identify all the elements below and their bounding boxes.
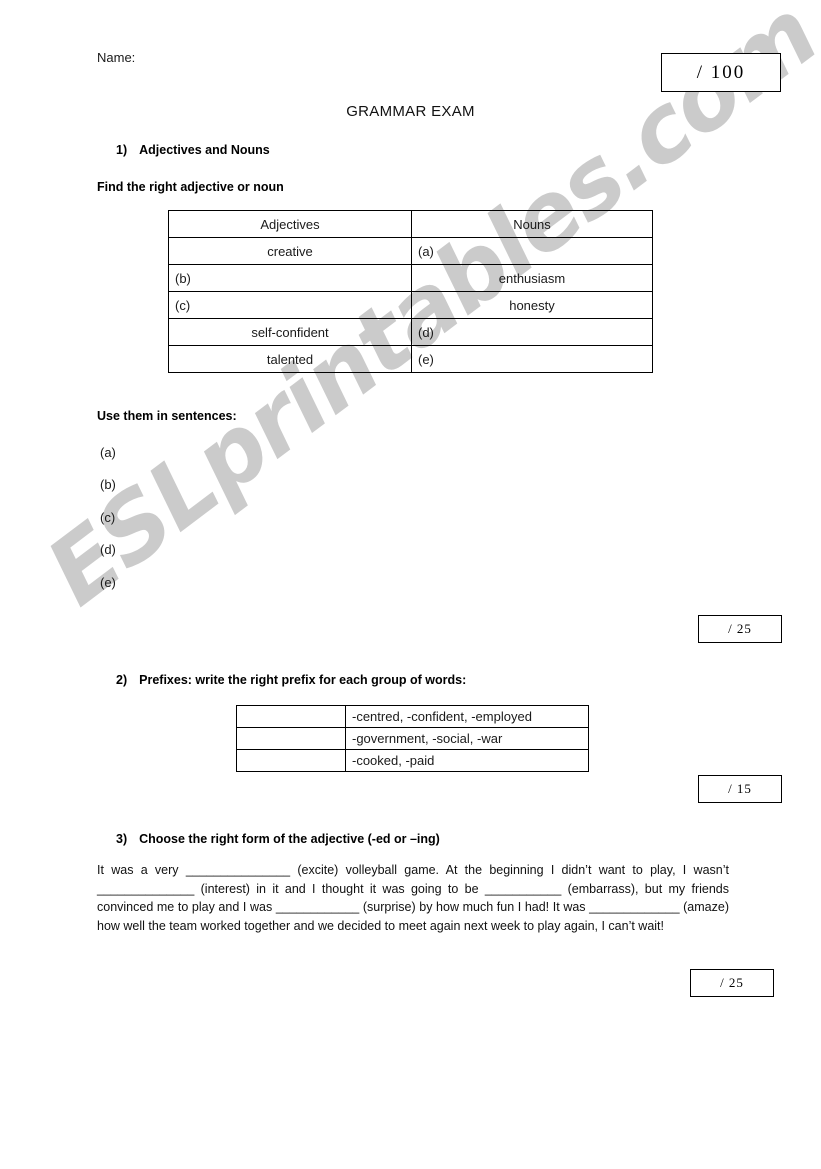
cell-adjective: creative [168, 237, 412, 265]
cell-prefix-blank[interactable] [236, 727, 346, 750]
cell-prefix-words: -centred, -confident, -employed [345, 705, 589, 728]
name-label: Name: [97, 50, 136, 65]
section-1-score-box[interactable]: / 25 [698, 615, 782, 643]
cell-noun-blank[interactable]: (d) [411, 318, 653, 346]
section-3-heading: 3) Choose the right form of the adjective… [116, 832, 440, 846]
section-3-score-value: / 25 [720, 975, 744, 990]
section-1-score-value: / 25 [728, 621, 752, 636]
cell-prefix-blank[interactable] [236, 705, 346, 728]
sentence-item-e[interactable]: (e) [100, 575, 116, 590]
worksheet-page: ESLprintables.com Name: / 100 GRAMMAR EX… [0, 0, 821, 1169]
answer-blank-embarrass[interactable]: ___________ [485, 882, 561, 896]
sentence-item-a[interactable]: (a) [100, 445, 116, 460]
paragraph-text: It was a very [97, 863, 186, 877]
sentence-item-c[interactable]: (c) [100, 510, 115, 525]
cell-prefix-words: -cooked, -paid [345, 749, 589, 772]
section-1-number: 1) [116, 143, 128, 157]
total-score-box[interactable]: / 100 [661, 53, 781, 92]
page-title: GRAMMAR EXAM [346, 103, 475, 120]
column-header-adjectives: Adjectives [168, 210, 412, 238]
sentence-item-d[interactable]: (d) [100, 542, 116, 557]
cell-adjective: self-confident [168, 318, 412, 346]
sentences-instruction: Use them in sentences: [97, 409, 237, 423]
worksheet-content: Name: / 100 GRAMMAR EXAM 1) Adjectives an… [0, 0, 821, 1169]
cell-noun: enthusiasm [411, 264, 653, 292]
table-row: self-confident (d) [168, 318, 653, 346]
cell-noun-blank[interactable]: (a) [411, 237, 653, 265]
cell-noun: honesty [411, 291, 653, 319]
sentence-item-b[interactable]: (b) [100, 477, 116, 492]
total-score-value: / 100 [696, 61, 746, 83]
section-1-title: Adjectives and Nouns [139, 143, 270, 157]
section-3-title: Choose the right form of the adjective (… [139, 832, 440, 846]
section-1-instruction: Find the right adjective or noun [97, 180, 284, 194]
paragraph-text: (excite) volleyball game. At the beginni… [290, 863, 729, 877]
section-2-heading: 2) Prefixes: write the right prefix for e… [116, 673, 466, 687]
section-3-score-box[interactable]: / 25 [690, 969, 774, 997]
section-2-title: Prefixes: write the right prefix for eac… [139, 673, 467, 687]
table-row: talented (e) [168, 345, 653, 373]
section-3-number: 3) [116, 832, 128, 846]
adjectives-nouns-table: Adjectives Nouns creative (a) (b) enthus… [168, 210, 653, 373]
answer-blank-interest[interactable]: ______________ [97, 882, 194, 896]
answer-blank-surprise[interactable]: ____________ [276, 900, 359, 914]
table-row: -government, -social, -war [236, 727, 589, 750]
section-2-score-value: / 15 [728, 781, 752, 796]
column-header-nouns: Nouns [411, 210, 653, 238]
table-header-row: Adjectives Nouns [168, 210, 653, 238]
table-row: (b) enthusiasm [168, 264, 653, 292]
table-row: -cooked, -paid [236, 749, 589, 772]
cell-adjective: talented [168, 345, 412, 373]
prefixes-table: -centred, -confident, -employed -governm… [236, 705, 589, 772]
table-row: creative (a) [168, 237, 653, 265]
cell-noun-blank[interactable]: (e) [411, 345, 653, 373]
paragraph-text: (interest) in it and I thought it was go… [194, 881, 485, 896]
section-3-paragraph: It was a very _______________ (excite) v… [97, 861, 729, 935]
cell-prefix-blank[interactable] [236, 749, 346, 772]
answer-blank-amaze[interactable]: _____________ [589, 900, 679, 914]
table-row: (c) honesty [168, 291, 653, 319]
cell-adjective-blank[interactable]: (c) [168, 291, 412, 319]
paragraph-text: (surprise) by how much fun I had! It was [359, 900, 590, 914]
cell-prefix-words: -government, -social, -war [345, 727, 589, 750]
table-row: -centred, -confident, -employed [236, 705, 589, 728]
answer-blank-excite[interactable]: _______________ [186, 863, 290, 877]
section-2-number: 2) [116, 673, 128, 687]
section-1-heading: 1) Adjectives and Nouns [116, 143, 270, 157]
section-2-score-box[interactable]: / 15 [698, 775, 782, 803]
cell-adjective-blank[interactable]: (b) [168, 264, 412, 292]
